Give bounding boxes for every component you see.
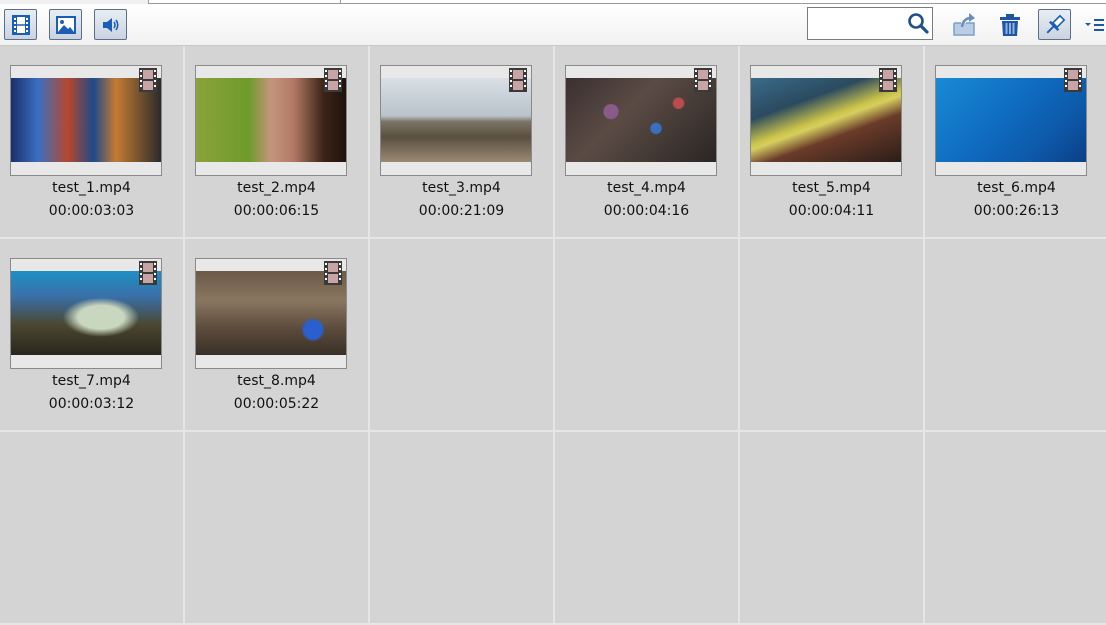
media-item[interactable]: test_4.mp4 00:00:04:16	[555, 46, 740, 239]
file-name: test_6.mp4	[977, 180, 1056, 196]
export-button[interactable]	[948, 9, 980, 40]
film-icon	[694, 68, 712, 92]
pin-icon	[1046, 14, 1065, 33]
audio-filter-button[interactable]	[94, 9, 127, 40]
thumbnail[interactable]	[195, 258, 347, 369]
search-input[interactable]	[810, 10, 909, 36]
file-duration: 00:00:04:11	[788, 203, 875, 219]
file-duration: 00:00:03:03	[48, 203, 135, 219]
thumbnail[interactable]	[750, 65, 902, 176]
file-duration: 00:00:26:13	[973, 203, 1060, 219]
file-name: test_1.mp4	[52, 180, 131, 196]
image-icon	[55, 15, 76, 34]
media-item[interactable]: test_8.mp4 00:00:05:22	[185, 239, 370, 432]
media-item[interactable]: test_1.mp4 00:00:03:03	[0, 46, 185, 239]
delete-button[interactable]	[994, 9, 1026, 40]
file-duration: 00:00:03:12	[48, 396, 135, 412]
toolbar	[0, 4, 1106, 46]
empty-cell	[740, 432, 925, 625]
empty-cell	[740, 239, 925, 432]
search-icon[interactable]	[906, 11, 930, 35]
image-filter-button[interactable]	[49, 9, 82, 40]
film-icon	[1064, 68, 1082, 92]
file-name: test_3.mp4	[422, 180, 501, 196]
speaker-icon	[102, 17, 119, 32]
pin-button[interactable]	[1038, 9, 1071, 40]
file-name: test_4.mp4	[607, 180, 686, 196]
menu-icon	[1085, 18, 1104, 31]
thumbnail[interactable]	[380, 65, 532, 176]
search-box	[807, 7, 933, 40]
empty-cell	[555, 239, 740, 432]
thumbnail[interactable]	[935, 65, 1087, 176]
media-item[interactable]: test_7.mp4 00:00:03:12	[0, 239, 185, 432]
file-name: test_7.mp4	[52, 373, 131, 389]
thumbnail[interactable]	[10, 258, 162, 369]
video-filter-button[interactable]	[4, 9, 37, 40]
empty-cell	[0, 432, 185, 625]
trash-icon	[1000, 13, 1020, 36]
film-icon	[324, 68, 342, 92]
file-duration: 00:00:06:15	[233, 203, 320, 219]
media-item[interactable]: test_3.mp4 00:00:21:09	[370, 46, 555, 239]
video-icon	[11, 14, 30, 35]
media-item[interactable]: test_6.mp4 00:00:26:13	[925, 46, 1106, 239]
film-icon	[139, 261, 157, 285]
film-icon	[324, 261, 342, 285]
film-icon	[509, 68, 527, 92]
file-name: test_2.mp4	[237, 180, 316, 196]
file-duration: 00:00:05:22	[233, 396, 320, 412]
media-item[interactable]: test_5.mp4 00:00:04:11	[740, 46, 925, 239]
empty-cell	[370, 432, 555, 625]
thumbnail[interactable]	[195, 65, 347, 176]
file-name: test_8.mp4	[237, 373, 316, 389]
export-icon	[953, 12, 975, 36]
film-icon	[139, 68, 157, 92]
thumbnail[interactable]	[565, 65, 717, 176]
media-grid: test_1.mp4 00:00:03:03 test_2.mp4 00:00:…	[0, 46, 1106, 625]
empty-cell	[555, 432, 740, 625]
menu-button[interactable]	[1084, 9, 1106, 40]
empty-cell	[925, 239, 1106, 432]
file-duration: 00:00:04:16	[603, 203, 690, 219]
empty-cell	[370, 239, 555, 432]
media-item[interactable]: test_2.mp4 00:00:06:15	[185, 46, 370, 239]
file-name: test_5.mp4	[792, 180, 871, 196]
thumbnail[interactable]	[10, 65, 162, 176]
empty-cell	[925, 432, 1106, 625]
film-icon	[879, 68, 897, 92]
file-duration: 00:00:21:09	[418, 203, 505, 219]
empty-cell	[185, 432, 370, 625]
